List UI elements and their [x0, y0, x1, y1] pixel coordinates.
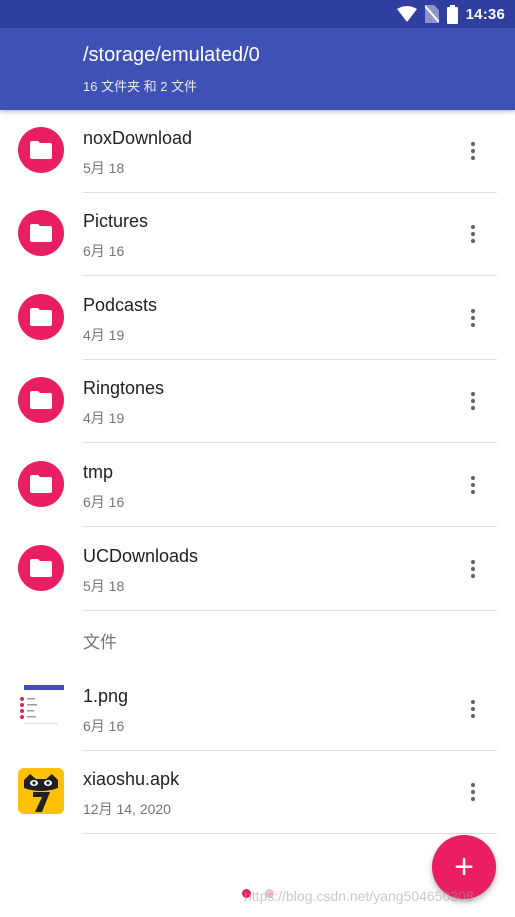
file-date: 12月 14, 2020: [83, 801, 171, 817]
folder-date: 4月 19: [83, 410, 125, 426]
more-vert-icon[interactable]: [463, 220, 483, 248]
file-row[interactable]: 1.png 6月 16: [0, 668, 515, 751]
divider: [83, 833, 497, 834]
folder-icon: [30, 308, 52, 326]
more-vert-icon[interactable]: [463, 695, 483, 723]
file-name: 1.png: [83, 686, 129, 706]
folder-avatar: [18, 461, 64, 507]
divider: [83, 275, 497, 276]
folder-row[interactable]: Pictures 6月 16: [0, 193, 515, 276]
divider: [83, 610, 497, 611]
folder-date: 5月 18: [83, 160, 125, 176]
folder-avatar: [18, 545, 64, 591]
folder-name: Ringtones: [83, 378, 165, 398]
folder-row[interactable]: Ringtones 4月 19: [0, 360, 515, 443]
folder-name: noxDownload: [83, 128, 193, 148]
folder-row[interactable]: UCDownloads 5月 18: [0, 528, 515, 611]
files-section-header: 文件: [83, 633, 117, 652]
current-path: /storage/emulated/0: [83, 44, 260, 66]
status-icons: 14:36: [396, 4, 505, 24]
folder-icon: [30, 559, 52, 577]
wifi-icon: [396, 6, 417, 22]
more-vert-icon[interactable]: [463, 555, 483, 583]
status-bar: 14:36: [0, 0, 515, 28]
file-name: xiaoshu.apk: [83, 769, 180, 789]
folder-avatar: [18, 210, 64, 256]
folder-name: UCDownloads: [83, 546, 199, 566]
status-time: 14:36: [465, 5, 505, 23]
file-row[interactable]: xiaoshu.apk 12月 14, 2020: [0, 751, 515, 834]
folder-row[interactable]: Podcasts 4月 19: [0, 277, 515, 360]
plus-icon: +: [454, 848, 474, 886]
folder-name: tmp: [83, 462, 114, 482]
folder-avatar: [18, 127, 64, 173]
folder-date: 6月 16: [83, 494, 125, 510]
file-thumbnail: [18, 685, 64, 731]
folder-avatar: [18, 294, 64, 340]
watermark: https://blog.csdn.net/yang504650308: [244, 888, 474, 904]
folder-row[interactable]: noxDownload 5月 18: [0, 110, 515, 193]
app-bar: /storage/emulated/0 16 文件夹 和 2 文件: [0, 28, 515, 110]
folder-icon: [30, 141, 52, 159]
folder-date: 4月 19: [83, 327, 125, 343]
folder-date: 5月 18: [83, 578, 125, 594]
folder-icon: [30, 475, 52, 493]
battery-icon: [446, 4, 458, 24]
folder-avatar: [18, 377, 64, 423]
more-vert-icon[interactable]: [463, 778, 483, 806]
folder-icon: [30, 391, 52, 409]
file-date: 6月 16: [83, 718, 125, 734]
folder-icon: [30, 224, 52, 242]
more-vert-icon[interactable]: [463, 471, 483, 499]
divider: [83, 442, 497, 443]
folder-row[interactable]: tmp 6月 16: [0, 444, 515, 527]
no-sim-icon: [424, 5, 439, 23]
image-thumbnail-icon: [18, 685, 64, 731]
file-thumbnail: [18, 768, 64, 814]
folder-date: 6月 16: [83, 243, 125, 259]
apk-app-icon: [18, 768, 64, 814]
folder-name: Pictures: [83, 211, 149, 231]
divider: [83, 526, 497, 527]
folder-file-count: 16 文件夹 和 2 文件: [83, 79, 198, 94]
folder-name: Podcasts: [83, 295, 158, 315]
more-vert-icon[interactable]: [463, 387, 483, 415]
more-vert-icon[interactable]: [463, 304, 483, 332]
more-vert-icon[interactable]: [463, 137, 483, 165]
